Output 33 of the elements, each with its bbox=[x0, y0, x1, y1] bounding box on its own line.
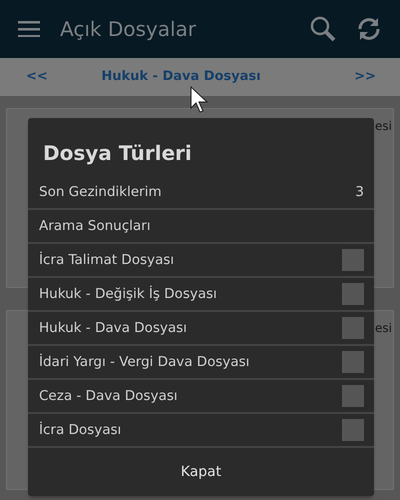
list-item[interactable]: Hukuk - Dava Dosyası bbox=[28, 312, 374, 346]
item-label: Ceza - Dava Dosyası bbox=[39, 386, 178, 406]
list-item[interactable]: İcra Dosyası bbox=[28, 414, 374, 448]
list-item[interactable]: Hukuk - Değişik İş Dosyası bbox=[28, 278, 374, 312]
item-label: İcra Dosyası bbox=[39, 420, 122, 440]
item-label: İcra Talimat Dosyası bbox=[39, 250, 174, 270]
item-label: Arama Sonuçları bbox=[39, 216, 150, 236]
cursor-icon bbox=[190, 86, 210, 114]
background-text: esi bbox=[375, 320, 392, 337]
item-label: Son Gezindiklerim bbox=[39, 182, 162, 202]
pager-title: Hukuk - Dava Dosyası bbox=[101, 68, 261, 86]
search-icon[interactable] bbox=[310, 16, 336, 42]
dialog-title: Dosya Türleri bbox=[42, 140, 193, 167]
redaction-block bbox=[342, 351, 364, 373]
screen-title: Açık Dosyalar bbox=[60, 16, 198, 43]
redaction-block bbox=[342, 385, 364, 407]
redaction-block bbox=[342, 249, 364, 271]
close-button[interactable]: Kapat bbox=[28, 448, 374, 496]
redaction-block bbox=[342, 419, 364, 441]
list-item[interactable]: İcra Talimat Dosyası bbox=[28, 244, 374, 278]
list-item[interactable]: Ceza - Dava Dosyası bbox=[28, 380, 374, 414]
list-item[interactable]: İdari Yargı - Vergi Dava Dosyası bbox=[28, 346, 374, 380]
item-label: Hukuk - Dava Dosyası bbox=[39, 318, 187, 338]
refresh-icon[interactable] bbox=[356, 16, 382, 42]
redaction-block bbox=[342, 283, 364, 305]
item-label: İdari Yargı - Vergi Dava Dosyası bbox=[39, 352, 250, 372]
item-count: 3 bbox=[355, 182, 364, 202]
item-label: Hukuk - Değişik İş Dosyası bbox=[39, 284, 217, 304]
list-item[interactable]: Arama Sonuçları bbox=[28, 210, 374, 244]
menu-icon[interactable] bbox=[18, 21, 40, 37]
list-item[interactable]: Son Gezindiklerim 3 bbox=[28, 176, 374, 210]
redaction-block bbox=[342, 317, 364, 339]
background-text: esi bbox=[375, 118, 392, 135]
